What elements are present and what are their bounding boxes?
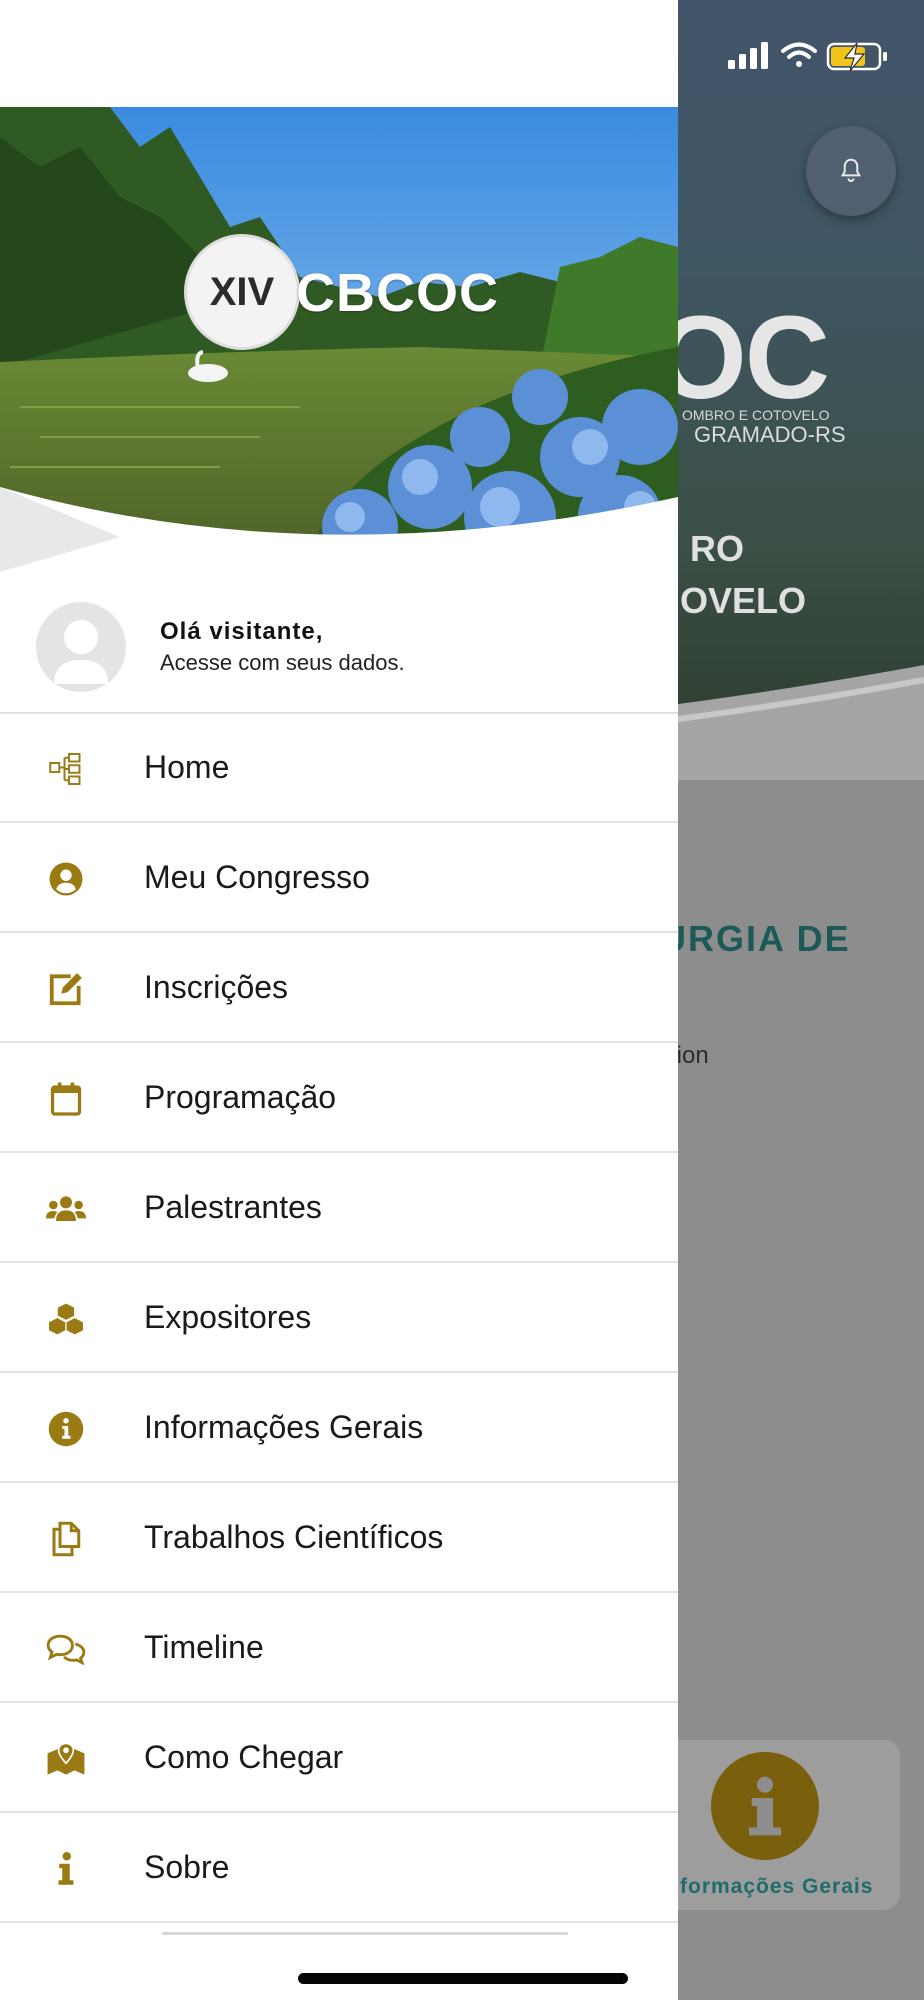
menu-label-expositores: Expositores — [144, 1299, 312, 1335]
menu-item-informacoes-gerais[interactable]: Informações Gerais — [0, 1373, 678, 1483]
user-avatar-icon — [54, 620, 108, 684]
menu-item-inscricoes[interactable]: Inscrições — [0, 933, 678, 1043]
background-hero-line-1: RO — [690, 528, 744, 569]
menu-item-meu-congresso[interactable]: Meu Congresso — [0, 823, 678, 933]
comments-icon — [46, 1634, 86, 1666]
menu-item-timeline[interactable]: Timeline — [0, 1593, 678, 1703]
wifi-icon — [781, 42, 817, 67]
banner-landscape-image — [0, 107, 678, 572]
user-circle-icon — [49, 862, 83, 896]
background-hero-line-2: OVELO — [680, 580, 807, 621]
drawer-banner: XIV CBCOC — [0, 107, 678, 572]
home-modules-icon — [49, 753, 81, 785]
signal-icon — [728, 42, 768, 69]
avatar — [36, 602, 126, 692]
menu-label-informacoes-gerais: Informações Gerais — [144, 1409, 424, 1445]
cubes-icon — [47, 1302, 85, 1336]
info-icon — [749, 1776, 781, 1836]
menu-label-como-chegar: Como Chegar — [144, 1739, 344, 1775]
profile-header[interactable]: Olá visitante, Acesse com seus dados. — [0, 584, 678, 714]
status-bar — [726, 38, 896, 74]
menu-label-programacao: Programação — [144, 1079, 337, 1115]
battery-charging-icon — [826, 42, 887, 72]
menu-label-inscricoes: Inscrições — [144, 969, 289, 1005]
info-icon — [58, 1852, 74, 1885]
congress-logo-name: CBCOC — [296, 263, 499, 323]
congress-logo-badge: XIV — [184, 234, 300, 350]
bell-icon — [840, 158, 862, 182]
menu-item-programacao[interactable]: Programação — [0, 1043, 678, 1153]
home-indicator[interactable] — [298, 1973, 628, 1984]
profile-login-prompt: Acesse com seus dados. — [160, 650, 405, 675]
copy-icon — [52, 1521, 81, 1557]
background-info-card-label: formações Gerais — [680, 1875, 874, 1898]
background-info-card-icon — [711, 1752, 819, 1860]
navigation-drawer: XIV CBCOC Olá visitante, Acesse com seus… — [0, 0, 678, 2000]
menu-label-home: Home — [144, 749, 230, 785]
drawer-bottom-divider — [162, 1932, 568, 1935]
menu-label-palestrantes: Palestrantes — [144, 1189, 322, 1225]
background-section-title: URGIA DE — [660, 918, 851, 959]
profile-greeting: Olá visitante, — [160, 618, 324, 645]
menu-item-palestrantes[interactable]: Palestrantes — [0, 1153, 678, 1263]
menu-item-sobre[interactable]: Sobre — [0, 1813, 678, 1923]
menu-label-sobre: Sobre — [144, 1849, 230, 1885]
menu-item-trabalhos-cientificos[interactable]: Trabalhos Científicos — [0, 1483, 678, 1593]
background-logo-text: OC — [655, 292, 830, 424]
menu-item-como-chegar[interactable]: Como Chegar — [0, 1703, 678, 1813]
status-icons-group — [728, 42, 887, 72]
menu-item-home[interactable]: Home — [0, 713, 678, 823]
calendar-icon — [50, 1082, 82, 1116]
users-icon — [46, 1196, 86, 1221]
menu-label-meu-congresso: Meu Congresso — [144, 859, 370, 895]
notification-button[interactable] — [806, 126, 896, 216]
background-logo-subtitle: OMBRO E COTOVELO — [682, 407, 830, 423]
background-logo-location: GRAMADO-RS — [694, 422, 846, 447]
menu-item-expositores[interactable]: Expositores — [0, 1263, 678, 1373]
menu-label-trabalhos-cientificos: Trabalhos Científicos — [144, 1519, 444, 1555]
edit-icon — [49, 973, 82, 1006]
menu-label-timeline: Timeline — [144, 1629, 264, 1665]
map-marker-icon — [47, 1742, 85, 1775]
drawer-menu: Home Meu Congresso Inscrições Programaçã… — [0, 713, 678, 1923]
info-circle-icon — [48, 1411, 84, 1447]
